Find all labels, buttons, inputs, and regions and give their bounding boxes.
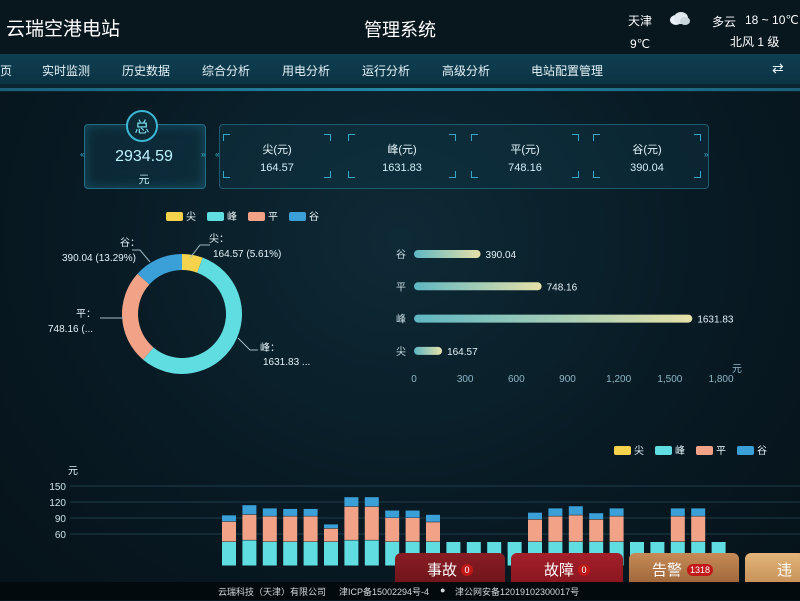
stacked-bar-segment-gu[interactable] bbox=[548, 508, 563, 516]
stacked-bar-segment-gu[interactable] bbox=[364, 497, 379, 507]
stacked-bar-segment-ping[interactable] bbox=[344, 506, 359, 540]
stacked-bar-segment-gu[interactable] bbox=[528, 512, 542, 520]
stacked-bar-segment-feng[interactable] bbox=[303, 542, 318, 566]
stacked-bar-segment-ping[interactable] bbox=[670, 516, 685, 542]
stacked-bar-segment-ping[interactable] bbox=[548, 516, 563, 542]
stacked-bar-segment-ping[interactable] bbox=[324, 528, 338, 542]
stacked-bar-segment-feng[interactable] bbox=[242, 540, 257, 566]
stacked-y-tick: 150 bbox=[49, 482, 66, 493]
stacked-bar-segment-gu[interactable] bbox=[262, 508, 277, 516]
stacked-bar-segment-ping[interactable] bbox=[589, 519, 604, 542]
stacked-bar-segment-gu[interactable] bbox=[324, 524, 338, 529]
stacked-bar-segment-ping[interactable] bbox=[609, 516, 624, 542]
stacked-bar-segment-gu[interactable] bbox=[568, 506, 583, 515]
fault-label: 故障 bbox=[544, 562, 575, 579]
stacked-bar-segment-feng[interactable] bbox=[262, 542, 277, 566]
stacked-bar-segment-feng[interactable] bbox=[364, 540, 379, 566]
stacked-y-tick: 90 bbox=[55, 514, 67, 525]
stacked-bar-segment-ping[interactable] bbox=[283, 516, 298, 542]
stacked-bar-segment-gu[interactable] bbox=[609, 508, 624, 516]
stacked-bar-segment-ping[interactable] bbox=[385, 518, 400, 542]
stacked-bar-segment-ping[interactable] bbox=[222, 521, 236, 542]
accident-count-badge: 0 bbox=[461, 564, 473, 576]
stacked-bar-segment-feng[interactable] bbox=[222, 542, 236, 566]
stacked-bar-segment-gu[interactable] bbox=[242, 505, 257, 515]
alert-count-badge: 1318 bbox=[687, 564, 714, 576]
stacked-bar-segment-feng[interactable] bbox=[344, 540, 359, 566]
footer-company: 云瑞科技（天津）有限公司 bbox=[218, 587, 327, 597]
stacked-bar-segment-ping[interactable] bbox=[262, 516, 277, 542]
stacked-bar-segment-ping[interactable] bbox=[568, 515, 583, 542]
daily-stacked-bar-chart: 150 120 90 60 bbox=[49, 482, 800, 566]
stacked-bar-segment-gu[interactable] bbox=[222, 515, 236, 522]
stacked-bar-segment-ping[interactable] bbox=[242, 514, 257, 540]
stacked-bar-segment-gu[interactable] bbox=[691, 508, 706, 516]
footer-police[interactable]: 津公网安备12019102300017号 bbox=[455, 585, 579, 598]
stacked-bar-segment-ping[interactable] bbox=[364, 506, 379, 540]
stacked-bar-segment-ping[interactable] bbox=[303, 516, 318, 542]
stacked-bar-segment-ping[interactable] bbox=[426, 522, 440, 542]
stacked-bar-segment-gu[interactable] bbox=[405, 510, 420, 518]
stacked-bar-segment-ping[interactable] bbox=[691, 516, 706, 542]
stacked-bar-segment-gu[interactable] bbox=[426, 514, 440, 522]
alert-label: 告警 bbox=[652, 562, 683, 579]
stacked-y-tick: 120 bbox=[49, 498, 66, 509]
stacked-bar-segment-gu[interactable] bbox=[670, 508, 685, 516]
accident-label: 事故 bbox=[427, 562, 458, 579]
stacked-bar-segment-ping[interactable] bbox=[405, 518, 420, 542]
stacked-bar-segment-ping[interactable] bbox=[528, 519, 542, 542]
stacked-bar-segment-gu[interactable] bbox=[303, 508, 318, 516]
footer-icp[interactable]: 津ICP备15002294号-4 bbox=[339, 585, 429, 598]
stacked-bar-segment-feng[interactable] bbox=[283, 542, 298, 566]
fault-count-badge: 0 bbox=[578, 564, 590, 576]
stacked-y-tick: 60 bbox=[55, 530, 67, 541]
stacked-bar-segment-gu[interactable] bbox=[589, 513, 604, 520]
stacked-bar-segment-gu[interactable] bbox=[344, 497, 359, 507]
footer-police-icon: ● bbox=[440, 585, 446, 595]
stacked-bar-segment-gu[interactable] bbox=[283, 508, 298, 516]
stacked-bar-segment-gu[interactable] bbox=[385, 510, 400, 518]
stacked-bar-segment-feng[interactable] bbox=[324, 542, 338, 566]
